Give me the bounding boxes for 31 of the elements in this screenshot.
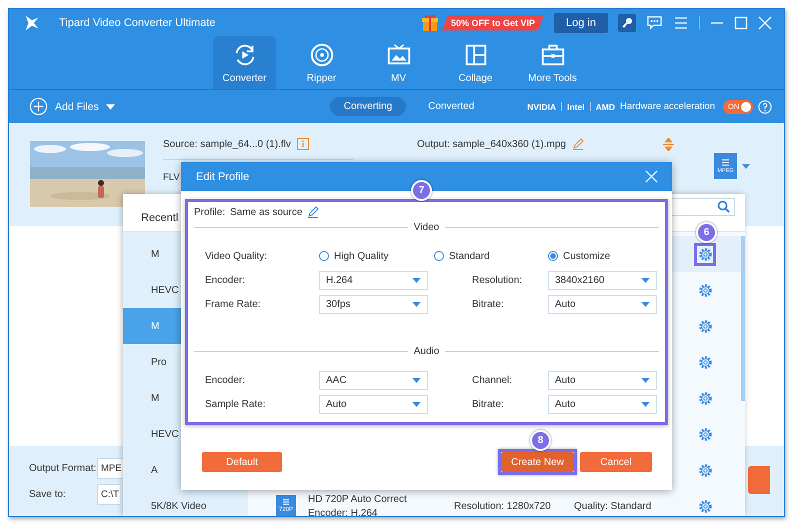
- field-label: Bitrate:: [472, 398, 505, 410]
- window-title: Tipard Video Converter Ultimate: [59, 16, 216, 28]
- encoder-text: Encoder: H.264: [308, 508, 378, 516]
- output-format-label: Output Format:: [29, 462, 97, 474]
- step-badge: 6: [696, 222, 717, 242]
- hardware-acceleration-label: Hardware acceleration: [620, 101, 715, 112]
- gpu-vendor-label: Intel: [567, 102, 585, 112]
- profile-label: Profile:: [194, 206, 226, 218]
- resolution-text: Resolution: 1280x720: [454, 500, 552, 512]
- dialog-title: Edit Profile: [196, 170, 250, 182]
- source-filename: Source: sample_64...0 (1).flv: [163, 138, 291, 150]
- field-label: Encoder:: [205, 374, 246, 386]
- field-label: Sample Rate:: [205, 398, 267, 410]
- step-badge: 8: [530, 430, 551, 451]
- field-label: Bitrate:: [472, 298, 505, 310]
- field-label: Frame Rate:: [205, 298, 262, 310]
- format-label: FLV: [163, 172, 180, 183]
- field-label: Channel:: [472, 374, 514, 386]
- field-label: Resolution:: [472, 274, 524, 286]
- quality-text: Quality: Standard: [574, 500, 652, 512]
- section-title: Video: [414, 222, 440, 232]
- profile-name: Same as source: [230, 206, 302, 218]
- field-label: Video Quality:: [205, 250, 268, 262]
- section-title: Audio: [414, 346, 440, 356]
- save-to-label: Save to:: [29, 488, 67, 500]
- gpu-vendor-label: AMD: [596, 102, 615, 112]
- output-filename: Output: sample_640x360 (1).mpg: [417, 138, 566, 150]
- field-label: Encoder:: [205, 274, 246, 286]
- step-badge: 7: [411, 180, 432, 201]
- preset-name: HD 720P Auto Correct: [308, 494, 408, 504]
- gpu-vendor-label: NVIDIA: [527, 102, 556, 112]
